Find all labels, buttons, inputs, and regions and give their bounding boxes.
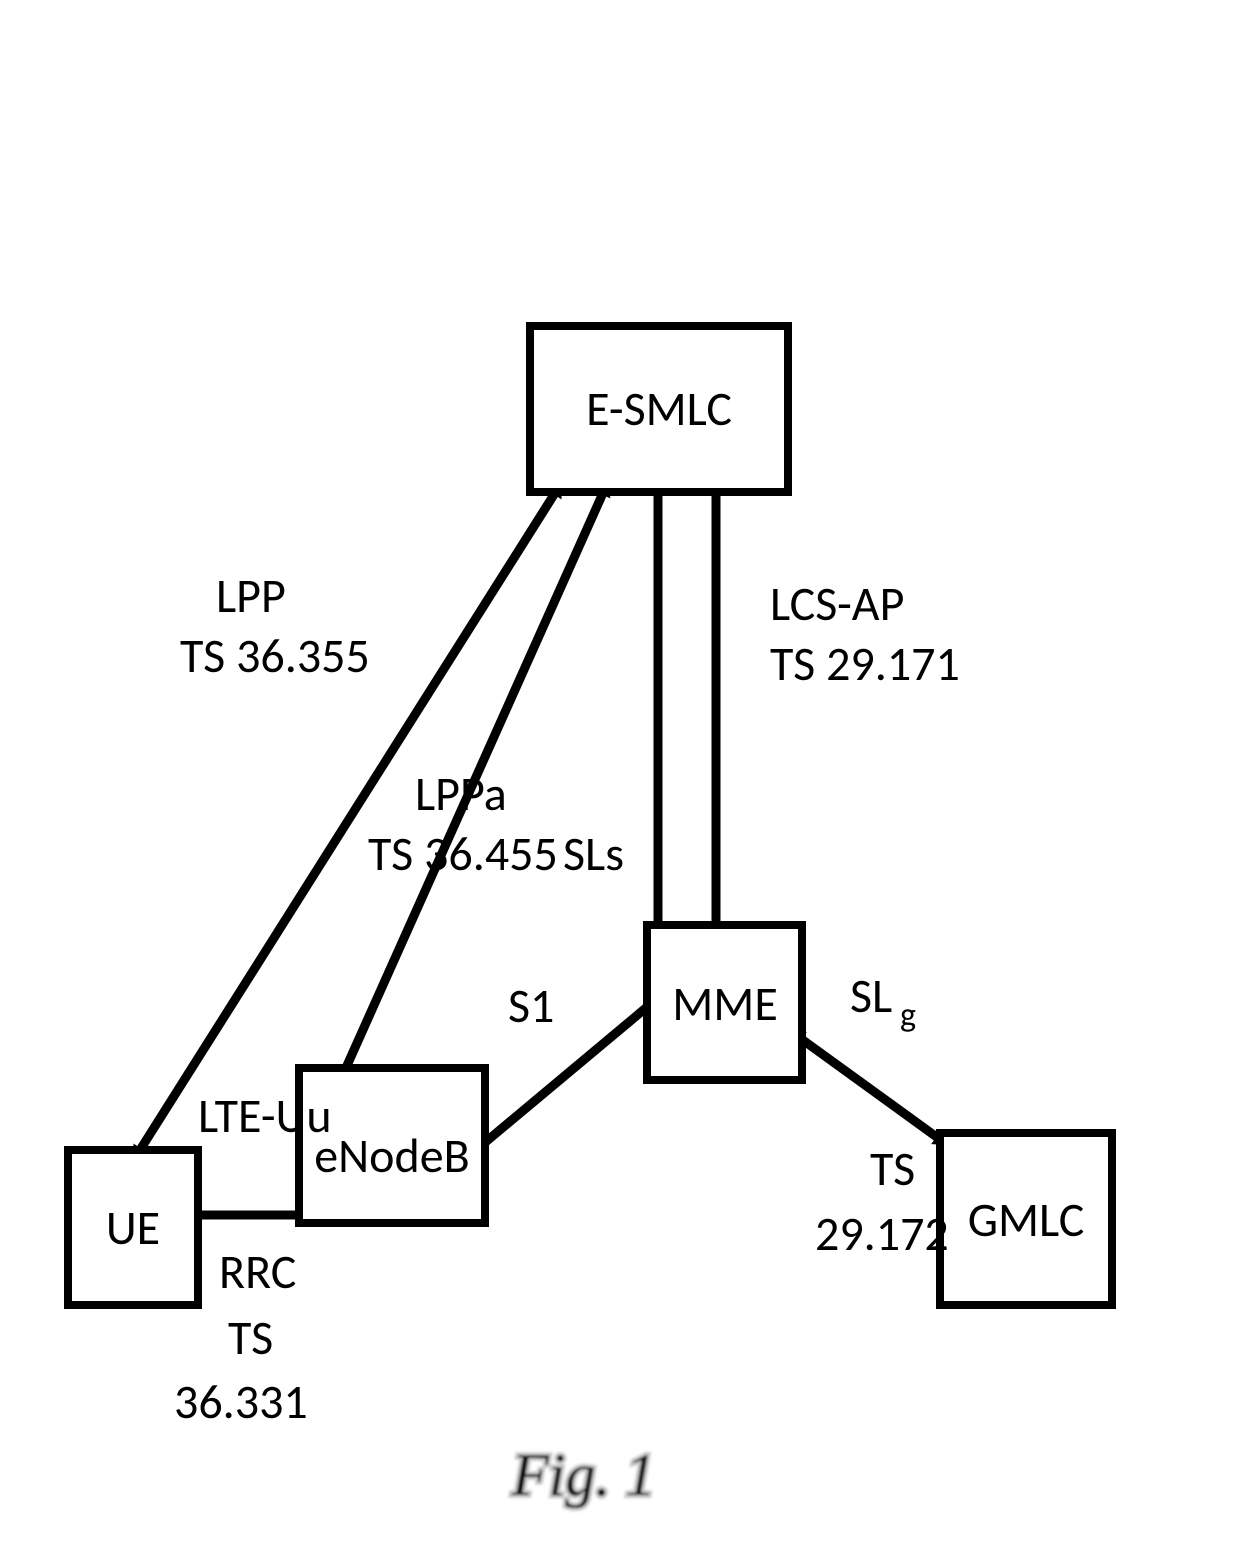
figure-caption: Fig. 1 Fig. 1 xyxy=(511,1442,655,1508)
label-lpp-spec: TS 36.355 xyxy=(180,626,370,685)
label-lppa-spec: TS 36.455 xyxy=(368,824,558,883)
svg-text:SL: SL xyxy=(850,966,892,1025)
node-enodeb-label: eNodeB xyxy=(314,1126,469,1185)
label-slg-spec-b: 29.172 xyxy=(815,1204,949,1263)
label-slg-spec-a: TS xyxy=(870,1139,915,1198)
label-slg: SL g xyxy=(850,966,916,1036)
node-ue: UE xyxy=(68,1150,198,1305)
node-gmlc-label: GMLC xyxy=(968,1190,1085,1249)
svg-text:g: g xyxy=(900,995,916,1036)
label-sls: SLs xyxy=(563,824,624,883)
label-lcs-ap: LCS-AP xyxy=(770,574,904,633)
label-lte-uu: LTE-Uu xyxy=(198,1086,332,1145)
label-rrc: RRC xyxy=(219,1242,296,1301)
node-esmlc: E-SMLC xyxy=(530,326,788,492)
node-mme: MME xyxy=(647,925,802,1080)
label-lcs-ap-spec: TS 29.171 xyxy=(770,634,960,693)
architecture-diagram: E-SMLC UE eNodeB MME GMLC LPP TS 36.355 … xyxy=(0,0,1240,1553)
label-s1: S1 xyxy=(508,976,554,1035)
node-esmlc-label: E-SMLC xyxy=(586,379,732,438)
label-lpp: LPP xyxy=(216,566,286,625)
node-gmlc: GMLC xyxy=(940,1133,1112,1305)
node-mme-label: MME xyxy=(672,974,778,1033)
node-ue-label: UE xyxy=(106,1198,160,1257)
svg-text:Fig. 1: Fig. 1 xyxy=(511,1442,655,1508)
label-rrc-spec-a: TS xyxy=(228,1308,273,1367)
label-lppa: LPPa xyxy=(415,764,507,823)
label-rrc-spec-b: 36.331 xyxy=(174,1372,308,1431)
